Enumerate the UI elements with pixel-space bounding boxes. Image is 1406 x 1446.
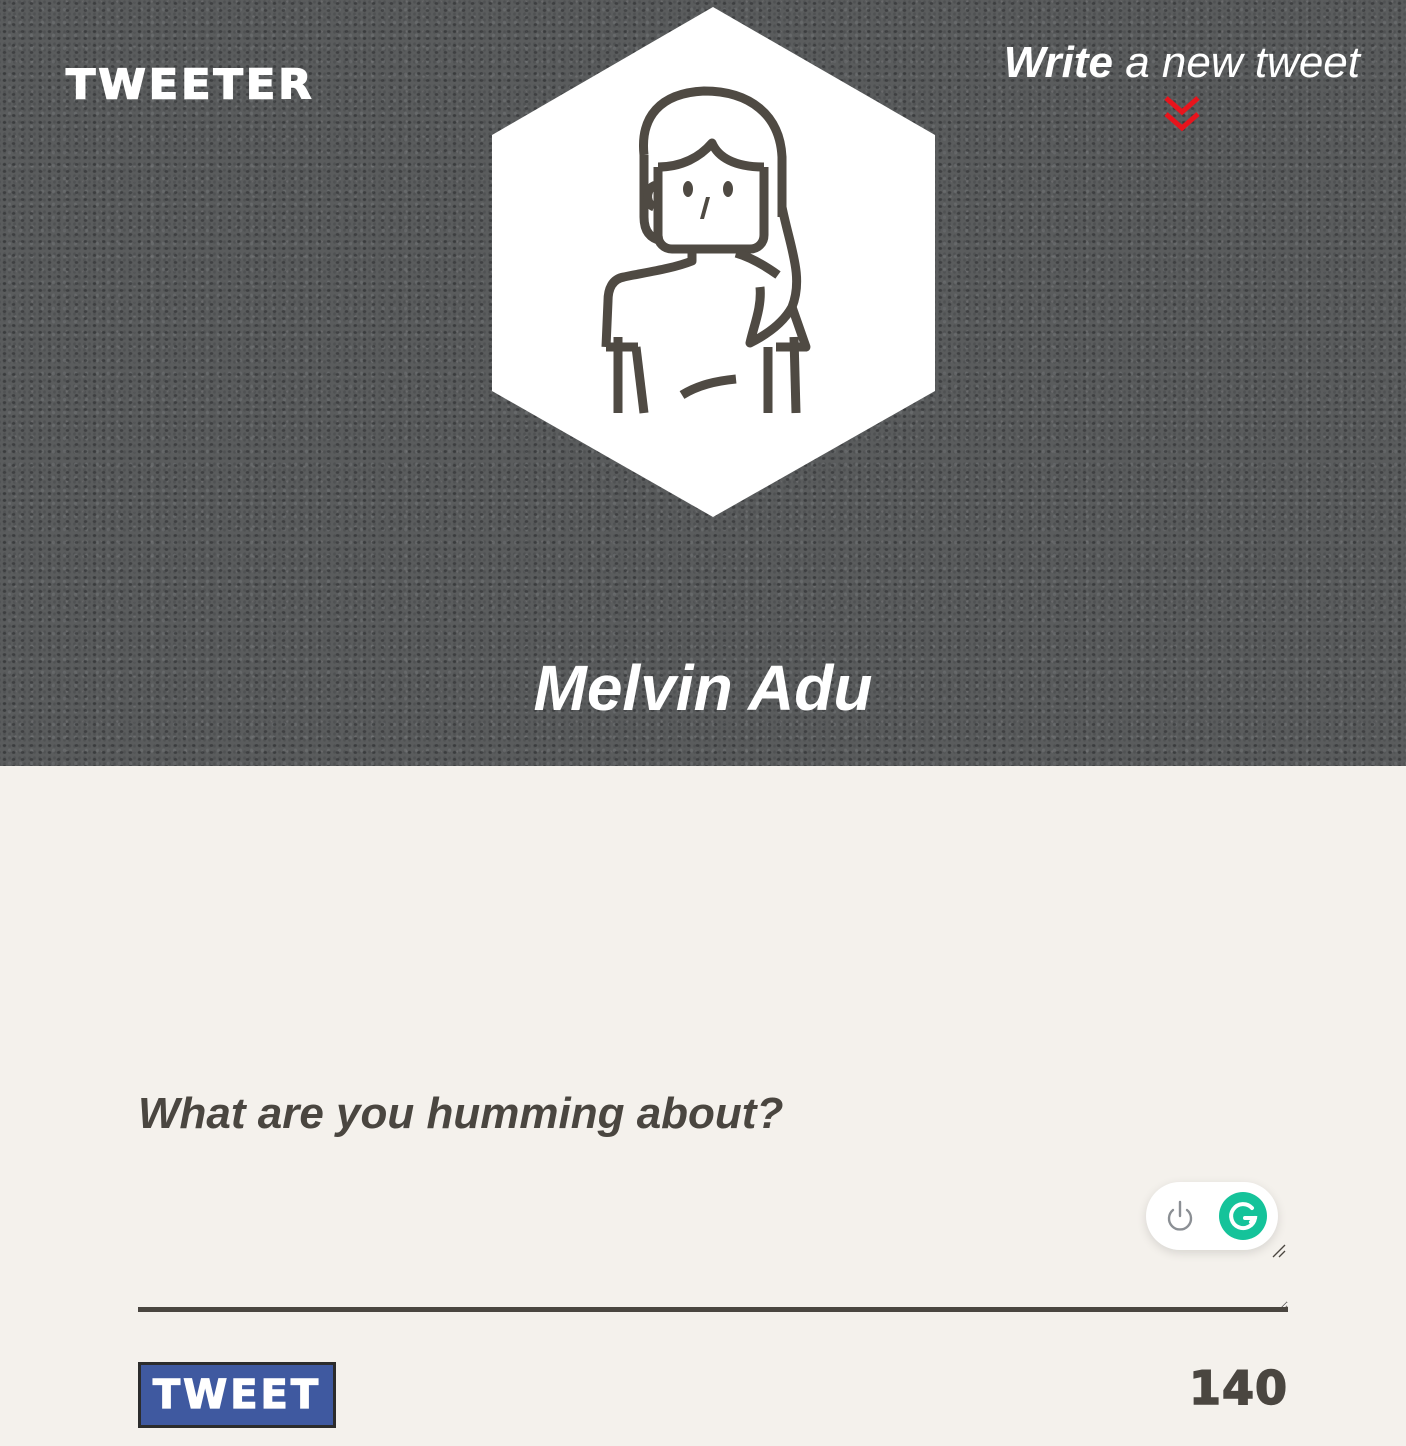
character-counter: 140 [1188,1360,1288,1416]
resize-handle-icon[interactable] [1271,1243,1287,1259]
tweet-input[interactable] [138,1080,1288,1310]
grammarly-widget [1146,1182,1278,1250]
write-link-rest: a new tweet [1112,38,1360,87]
write-link-strong: Write [1003,38,1113,87]
compose-form [138,1080,1288,1310]
profile-header: TWEETER Write a new tweet Melvin Adu [0,0,1406,766]
double-chevron-down-icon[interactable] [1162,94,1202,136]
write-new-tweet-link[interactable]: Write a new tweet [1004,38,1360,136]
grammarly-g-icon[interactable] [1219,1192,1267,1240]
compose-underline [138,1307,1288,1312]
avatar [492,7,936,517]
brand-logo[interactable]: TWEETER [65,61,314,110]
power-icon[interactable] [1164,1196,1196,1236]
woman-avatar-icon [492,7,935,517]
user-name: Melvin Adu [533,652,873,724]
tweet-button[interactable]: TWEET [138,1362,336,1428]
